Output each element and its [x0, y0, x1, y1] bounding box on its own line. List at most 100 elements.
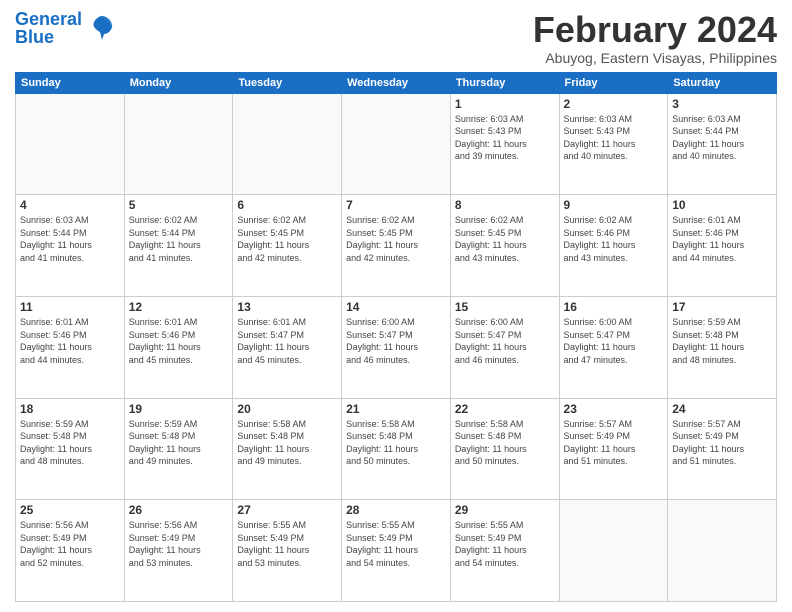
day-info: Sunrise: 5:59 AM Sunset: 5:48 PM Dayligh…: [129, 418, 229, 468]
calendar-cell: 26 Sunrise: 5:56 AM Sunset: 5:49 PM Dayli…: [124, 500, 233, 602]
day-info: Sunrise: 5:56 AM Sunset: 5:49 PM Dayligh…: [129, 519, 229, 569]
day-info: Sunrise: 6:01 AM Sunset: 5:47 PM Dayligh…: [237, 316, 337, 366]
day-info: Sunrise: 6:03 AM Sunset: 5:43 PM Dayligh…: [564, 113, 664, 163]
day-info: Sunrise: 5:57 AM Sunset: 5:49 PM Dayligh…: [672, 418, 772, 468]
day-number: 25: [20, 503, 120, 517]
header: General Blue February 2024 Abuyog, Easte…: [15, 10, 777, 66]
calendar-cell: [124, 93, 233, 195]
calendar-cell: [559, 500, 668, 602]
day-info: Sunrise: 6:00 AM Sunset: 5:47 PM Dayligh…: [564, 316, 664, 366]
calendar-cell: [342, 93, 451, 195]
calendar-week-row: 25 Sunrise: 5:56 AM Sunset: 5:49 PM Dayli…: [16, 500, 777, 602]
calendar-cell: 5 Sunrise: 6:02 AM Sunset: 5:44 PM Daylig…: [124, 195, 233, 297]
calendar-cell: 8Sunrise: 6:02 AM Sunset: 5:45 PM Daylig…: [450, 195, 559, 297]
calendar-cell: 27 Sunrise: 5:55 AM Sunset: 5:49 PM Dayli…: [233, 500, 342, 602]
header-saturday: Saturday: [668, 72, 777, 93]
day-info: Sunrise: 5:55 AM Sunset: 5:49 PM Dayligh…: [237, 519, 337, 569]
calendar-cell: [233, 93, 342, 195]
day-number: 23: [564, 402, 664, 416]
calendar-cell: 14Sunrise: 6:00 AM Sunset: 5:47 PM Dayli…: [342, 296, 451, 398]
day-number: 29: [455, 503, 555, 517]
day-number: 4: [20, 198, 120, 212]
calendar-cell: 19Sunrise: 5:59 AM Sunset: 5:48 PM Dayli…: [124, 398, 233, 500]
day-number: 14: [346, 300, 446, 314]
calendar-cell: 28Sunrise: 5:55 AM Sunset: 5:49 PM Dayli…: [342, 500, 451, 602]
day-info: Sunrise: 5:58 AM Sunset: 5:48 PM Dayligh…: [237, 418, 337, 468]
day-info: Sunrise: 6:03 AM Sunset: 5:44 PM Dayligh…: [20, 214, 120, 264]
day-info: Sunrise: 6:02 AM Sunset: 5:45 PM Dayligh…: [237, 214, 337, 264]
day-number: 6: [237, 198, 337, 212]
day-number: 10: [672, 198, 772, 212]
calendar-cell: 20 Sunrise: 5:58 AM Sunset: 5:48 PM Dayli…: [233, 398, 342, 500]
day-number: 12: [129, 300, 229, 314]
calendar-cell: 9 Sunrise: 6:02 AM Sunset: 5:46 PM Daylig…: [559, 195, 668, 297]
calendar-cell: 7 Sunrise: 6:02 AM Sunset: 5:45 PM Daylig…: [342, 195, 451, 297]
day-info: Sunrise: 6:00 AM Sunset: 5:47 PM Dayligh…: [455, 316, 555, 366]
calendar-cell: 18Sunrise: 5:59 AM Sunset: 5:48 PM Dayli…: [16, 398, 125, 500]
day-info: Sunrise: 6:01 AM Sunset: 5:46 PM Dayligh…: [20, 316, 120, 366]
calendar-week-row: 4 Sunrise: 6:03 AM Sunset: 5:44 PM Daylig…: [16, 195, 777, 297]
calendar-cell: 11 Sunrise: 6:01 AM Sunset: 5:46 PM Dayli…: [16, 296, 125, 398]
day-number: 7: [346, 198, 446, 212]
calendar-week-row: 11 Sunrise: 6:01 AM Sunset: 5:46 PM Dayli…: [16, 296, 777, 398]
day-number: 28: [346, 503, 446, 517]
day-info: Sunrise: 6:03 AM Sunset: 5:44 PM Dayligh…: [672, 113, 772, 163]
calendar-cell: 2Sunrise: 6:03 AM Sunset: 5:43 PM Daylig…: [559, 93, 668, 195]
day-info: Sunrise: 6:03 AM Sunset: 5:43 PM Dayligh…: [455, 113, 555, 163]
day-number: 18: [20, 402, 120, 416]
calendar-cell: 29 Sunrise: 5:55 AM Sunset: 5:49 PM Dayli…: [450, 500, 559, 602]
location: Abuyog, Eastern Visayas, Philippines: [533, 50, 777, 66]
day-number: 1: [455, 97, 555, 111]
day-info: Sunrise: 5:58 AM Sunset: 5:48 PM Dayligh…: [455, 418, 555, 468]
day-info: Sunrise: 6:02 AM Sunset: 5:44 PM Dayligh…: [129, 214, 229, 264]
day-info: Sunrise: 6:01 AM Sunset: 5:46 PM Dayligh…: [129, 316, 229, 366]
header-friday: Friday: [559, 72, 668, 93]
header-tuesday: Tuesday: [233, 72, 342, 93]
month-title: February 2024: [533, 10, 777, 50]
day-number: 5: [129, 198, 229, 212]
calendar-cell: 25 Sunrise: 5:56 AM Sunset: 5:49 PM Dayli…: [16, 500, 125, 602]
day-number: 27: [237, 503, 337, 517]
day-number: 3: [672, 97, 772, 111]
day-number: 17: [672, 300, 772, 314]
logo-icon: [88, 12, 116, 45]
day-number: 20: [237, 402, 337, 416]
day-info: Sunrise: 5:59 AM Sunset: 5:48 PM Dayligh…: [672, 316, 772, 366]
calendar-cell: 23Sunrise: 5:57 AM Sunset: 5:49 PM Dayli…: [559, 398, 668, 500]
day-number: 15: [455, 300, 555, 314]
day-number: 16: [564, 300, 664, 314]
calendar-cell: [668, 500, 777, 602]
day-info: Sunrise: 6:02 AM Sunset: 5:46 PM Dayligh…: [564, 214, 664, 264]
calendar-cell: 24 Sunrise: 5:57 AM Sunset: 5:49 PM Dayli…: [668, 398, 777, 500]
day-info: Sunrise: 5:56 AM Sunset: 5:49 PM Dayligh…: [20, 519, 120, 569]
header-sunday: Sunday: [16, 72, 125, 93]
calendar-header-row: Sunday Monday Tuesday Wednesday Thursday…: [16, 72, 777, 93]
calendar-cell: 6 Sunrise: 6:02 AM Sunset: 5:45 PM Daylig…: [233, 195, 342, 297]
day-number: 13: [237, 300, 337, 314]
logo-general: General: [15, 9, 82, 29]
calendar-cell: 12 Sunrise: 6:01 AM Sunset: 5:46 PM Dayli…: [124, 296, 233, 398]
calendar-week-row: 18 Sunrise: 5:59 AM Sunset: 5:48 PM Dayli…: [16, 398, 777, 500]
day-info: Sunrise: 5:58 AM Sunset: 5:48 PM Dayligh…: [346, 418, 446, 468]
day-number: 22: [455, 402, 555, 416]
day-number: 24: [672, 402, 772, 416]
day-number: 26: [129, 503, 229, 517]
day-info: Sunrise: 6:01 AM Sunset: 5:46 PM Dayligh…: [672, 214, 772, 264]
calendar-cell: 16 Sunrise: 6:00 AM Sunset: 5:47 PM Dayli…: [559, 296, 668, 398]
day-number: 8: [455, 198, 555, 212]
header-thursday: Thursday: [450, 72, 559, 93]
day-number: 9: [564, 198, 664, 212]
day-info: Sunrise: 6:02 AM Sunset: 5:45 PM Dayligh…: [346, 214, 446, 264]
day-number: 21: [346, 402, 446, 416]
calendar-cell: [16, 93, 125, 195]
calendar-cell: 17 Sunrise: 5:59 AM Sunset: 5:48 PM Dayli…: [668, 296, 777, 398]
logo: General Blue: [15, 10, 116, 46]
calendar-cell: 3 Sunrise: 6:03 AM Sunset: 5:44 PM Daylig…: [668, 93, 777, 195]
header-wednesday: Wednesday: [342, 72, 451, 93]
day-info: Sunrise: 5:55 AM Sunset: 5:49 PM Dayligh…: [455, 519, 555, 569]
title-section: February 2024 Abuyog, Eastern Visayas, P…: [533, 10, 777, 66]
day-number: 11: [20, 300, 120, 314]
calendar-cell: 4 Sunrise: 6:03 AM Sunset: 5:44 PM Daylig…: [16, 195, 125, 297]
logo-blue: Blue: [15, 28, 82, 46]
header-monday: Monday: [124, 72, 233, 93]
